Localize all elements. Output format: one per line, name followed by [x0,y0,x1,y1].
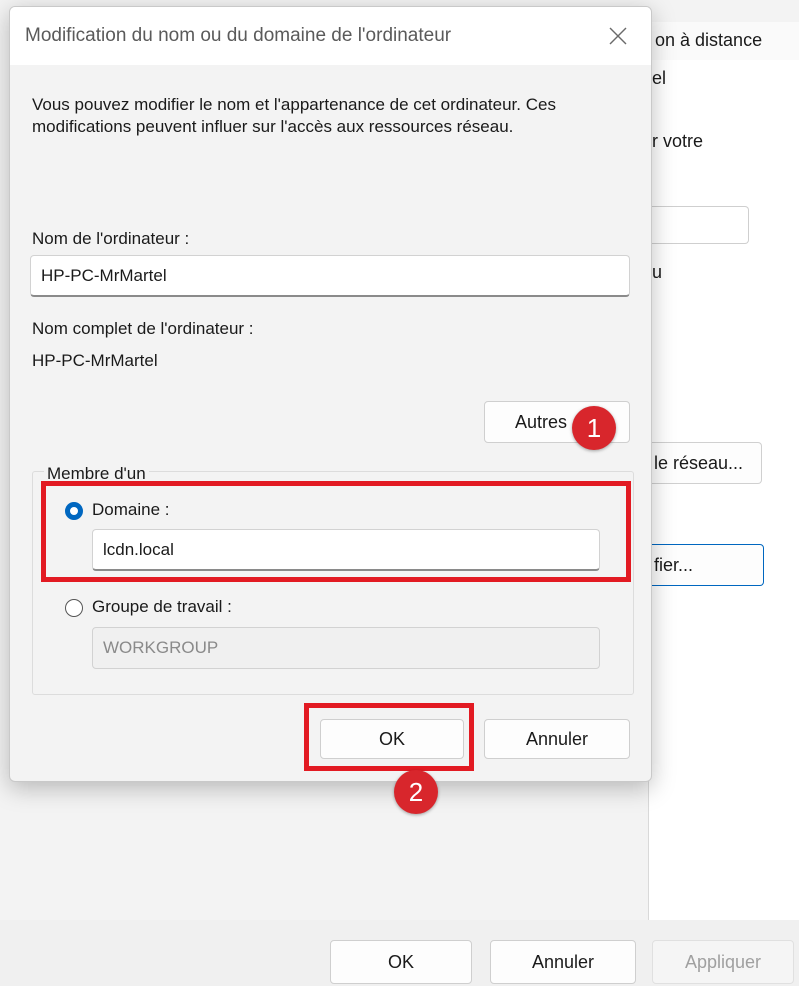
system-apply-button[interactable]: Appliquer [652,940,794,984]
step-2-number: 2 [408,776,424,807]
background-text-u: u [652,262,663,282]
workgroup-label: Groupe de travail : [92,597,232,616]
dialog-description: Vous pouvez modifier le nom et l'apparte… [32,95,556,136]
tab-sub-label: el [652,68,667,88]
system-apply-label: Appliquer [684,951,762,972]
background-text-votre: r votre [652,131,704,151]
close-icon [609,27,627,45]
network-id-button-label: le réseau... [654,452,744,473]
tab-remote[interactable]: on à distance [648,22,799,61]
more-button-label: Autres [515,411,568,432]
workgroup-radio[interactable] [65,599,83,617]
system-ok-button[interactable]: OK [330,940,472,984]
rename-computer-dialog: Modification du nom ou du domaine de l'o… [9,6,652,782]
workgroup-input[interactable]: WORKGROUP [92,627,600,669]
computer-name-input[interactable]: HP-PC-MrMartel [30,255,630,297]
full-name-label: Nom complet de l'ordinateur : [32,319,254,338]
network-id-button[interactable]: le réseau... [648,442,762,484]
ok-highlight-box [304,703,474,771]
full-name-value: HP-PC-MrMartel [32,351,158,370]
modify-button-label: fier... [654,554,694,575]
tab-remote-label: on à distance [655,30,763,50]
dialog-title: Modification du nom ou du domaine de l'o… [25,25,452,46]
background-description-input[interactable] [650,206,749,244]
system-cancel-label: Annuler [531,951,595,972]
computer-name-value: HP-PC-MrMartel [41,265,167,285]
modify-button[interactable]: fier... [648,544,764,586]
step-1-number: 1 [586,412,602,443]
domain-highlight-box [41,481,631,582]
dialog-cancel-label: Annuler [525,728,589,749]
background-panel [648,60,799,920]
dialog-title-bar: Modification du nom ou du domaine de l'o… [10,7,651,65]
system-cancel-button[interactable]: Annuler [490,940,636,984]
workgroup-value: WORKGROUP [103,638,219,657]
step-1-badge: 1 [572,406,616,450]
system-ok-label: OK [387,951,414,972]
dialog-cancel-button[interactable]: Annuler [484,719,630,759]
close-button[interactable] [600,19,636,53]
computer-name-label: Nom de l'ordinateur : [32,229,190,248]
step-2-badge: 2 [394,770,438,814]
